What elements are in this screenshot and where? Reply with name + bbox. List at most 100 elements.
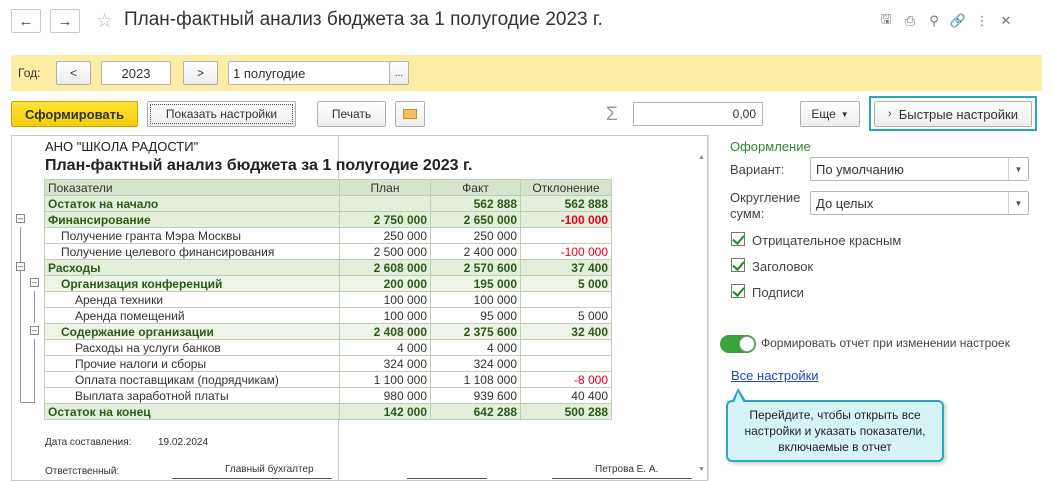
table-row[interactable]: Финансирование 2 750 000 2 650 000 -100 000 xyxy=(44,211,612,228)
period-pick-button[interactable]: ... xyxy=(389,61,409,85)
table-row[interactable]: Прочие налоги и сборы 324 000 324 000 xyxy=(44,355,612,372)
row-fact: 195 000 xyxy=(430,275,521,292)
row-name: Остаток на начало xyxy=(44,195,340,212)
quick-settings-button[interactable]: › Быстрые настройки xyxy=(874,101,1032,127)
table-row[interactable]: Получение гранта Мэра Москвы 250 000 250 0… xyxy=(44,227,612,244)
row-deviation xyxy=(520,291,612,308)
row-plan: 200 000 xyxy=(339,275,431,292)
tooltip: Перейдите, чтобы открыть все настройки и… xyxy=(726,400,944,462)
year-label: Год: xyxy=(18,66,41,80)
report-area[interactable]: АНО "ШКОЛА РАДОСТИ" План-фактный анализ … xyxy=(11,135,708,481)
variant-select[interactable]: По умолчанию ▼ xyxy=(810,157,1029,181)
row-deviation: -100 000 xyxy=(520,243,612,260)
more-icon[interactable]: ⋮ xyxy=(970,10,994,32)
back-button[interactable]: ← xyxy=(11,9,41,33)
row-name: Расходы xyxy=(44,259,340,276)
collapse-financing-button[interactable]: – xyxy=(16,214,25,223)
row-plan: 4 000 xyxy=(339,339,431,356)
row-plan: 100 000 xyxy=(339,291,431,308)
row-plan: 1 100 000 xyxy=(339,371,431,388)
row-deviation: 32 400 xyxy=(520,323,612,340)
row-plan: 100 000 xyxy=(339,307,431,324)
print-button[interactable]: Печать xyxy=(317,101,386,127)
table-row[interactable]: Оплата поставщикам (подрядчикам) 1 100 00… xyxy=(44,371,612,388)
table-row[interactable]: Организация конференций 200 000 195 000 5 0… xyxy=(44,275,612,292)
row-fact: 100 000 xyxy=(430,291,521,308)
caret-down-icon[interactable]: ▼ xyxy=(1008,158,1028,180)
close-icon[interactable]: ✕ xyxy=(994,10,1018,32)
link-icon[interactable]: 🔗 xyxy=(946,10,970,32)
forward-button[interactable]: → xyxy=(50,9,80,33)
row-name: Получение гранта Мэра Москвы xyxy=(44,227,340,244)
year-input[interactable]: 2023 xyxy=(101,61,171,85)
row-plan: 980 000 xyxy=(339,387,431,404)
table-row[interactable]: Содержание организации 2 408 000 2 375 600… xyxy=(44,323,612,340)
save-icon[interactable]: 🖫 xyxy=(874,10,898,32)
caret-down-icon: ▼ xyxy=(840,109,849,119)
report-scrollbar[interactable]: ▲ ▼ xyxy=(695,136,707,480)
row-fact: 562 888 xyxy=(430,195,521,212)
row-plan: 324 000 xyxy=(339,355,431,372)
collapse-expenses-button[interactable]: – xyxy=(16,262,25,271)
rounding-value: До целых xyxy=(816,196,874,211)
row-fact: 2 400 000 xyxy=(430,243,521,260)
variant-value: По умолчанию xyxy=(816,162,904,177)
row-plan: 2 408 000 xyxy=(339,323,431,340)
scroll-up-icon[interactable]: ▲ xyxy=(698,154,705,161)
arrow-right-icon: → xyxy=(57,12,73,30)
next-year-button[interactable]: > xyxy=(183,61,218,85)
row-name: Аренда техники xyxy=(44,291,340,308)
col-header-indicators: Показатели xyxy=(44,179,340,196)
sum-field[interactable]: 0,00 xyxy=(633,102,763,126)
favorite-star-icon[interactable]: ☆ xyxy=(96,10,113,33)
preview-icon[interactable]: ⚲ xyxy=(922,10,946,32)
table-row[interactable]: Выплата заработной платы 980 000 939 600 40… xyxy=(44,387,612,404)
responsible-position: Главный бухгалтер xyxy=(225,464,314,475)
section-heading-formatting: Оформление xyxy=(730,139,811,154)
row-fact: 1 108 000 xyxy=(430,371,521,388)
row-deviation: 5 000 xyxy=(520,275,612,292)
report-title: План-фактный анализ бюджета за 1 полугод… xyxy=(45,157,473,174)
row-deviation: -100 000 xyxy=(520,211,612,228)
table-row[interactable]: Получение целевого финансирования 2 500 0… xyxy=(44,243,612,260)
row-name: Аренда помещений xyxy=(44,307,340,324)
table-row[interactable]: Расходы на услуги банков 4 000 4 000 xyxy=(44,339,612,356)
checkbox-heading[interactable] xyxy=(731,258,745,272)
table-row[interactable]: Остаток на конец 142 000 642 288 500 288 xyxy=(44,403,612,420)
chevron-right-icon: › xyxy=(888,108,892,120)
row-fact: 4 000 xyxy=(430,339,521,356)
all-settings-link[interactable]: Все настройки xyxy=(731,368,819,383)
caret-down-icon[interactable]: ▼ xyxy=(1008,192,1028,214)
row-name: Финансирование xyxy=(44,211,340,228)
table-row[interactable]: Аренда помещений 100 000 95 000 5 000 xyxy=(44,307,612,324)
row-plan: 2 608 000 xyxy=(339,259,431,276)
row-name: Остаток на конец xyxy=(44,403,340,420)
generate-button[interactable]: Сформировать xyxy=(11,101,138,127)
row-plan: 142 000 xyxy=(339,403,431,420)
row-fact: 2 650 000 xyxy=(430,211,521,228)
collapse-conferences-button[interactable]: – xyxy=(30,278,39,287)
prev-year-button[interactable]: < xyxy=(56,61,91,85)
checkbox-negative-red[interactable] xyxy=(731,232,745,246)
row-deviation xyxy=(520,227,612,244)
show-settings-button[interactable]: Показать настройки xyxy=(147,101,296,127)
period-input[interactable]: 1 полугодие xyxy=(228,61,390,85)
responsible-person: Петрова Е. А. xyxy=(595,464,659,475)
checkbox-signatures[interactable] xyxy=(731,284,745,298)
row-name: Получение целевого финансирования xyxy=(44,243,340,260)
email-button[interactable] xyxy=(395,101,425,127)
auto-generate-toggle[interactable] xyxy=(720,335,756,353)
date-value: 19.02.2024 xyxy=(158,437,209,448)
table-row[interactable]: Расходы 2 608 000 2 570 600 37 400 xyxy=(44,259,612,276)
more-button[interactable]: Еще ▼ xyxy=(800,101,860,127)
table-row[interactable]: Аренда техники 100 000 100 000 xyxy=(44,291,612,308)
scroll-down-icon[interactable]: ▼ xyxy=(698,466,705,473)
table-row[interactable]: Остаток на начало 562 888 562 888 xyxy=(44,195,612,212)
row-deviation xyxy=(520,339,612,356)
col-header-plan: План xyxy=(339,179,431,196)
rounding-select[interactable]: До целых ▼ xyxy=(810,191,1029,215)
collapse-maintenance-button[interactable]: – xyxy=(30,326,39,335)
checkbox-heading-label: Заголовок xyxy=(752,259,814,274)
row-name: Оплата поставщикам (подрядчикам) xyxy=(44,371,340,388)
print-icon[interactable]: ⎙ xyxy=(898,10,922,32)
